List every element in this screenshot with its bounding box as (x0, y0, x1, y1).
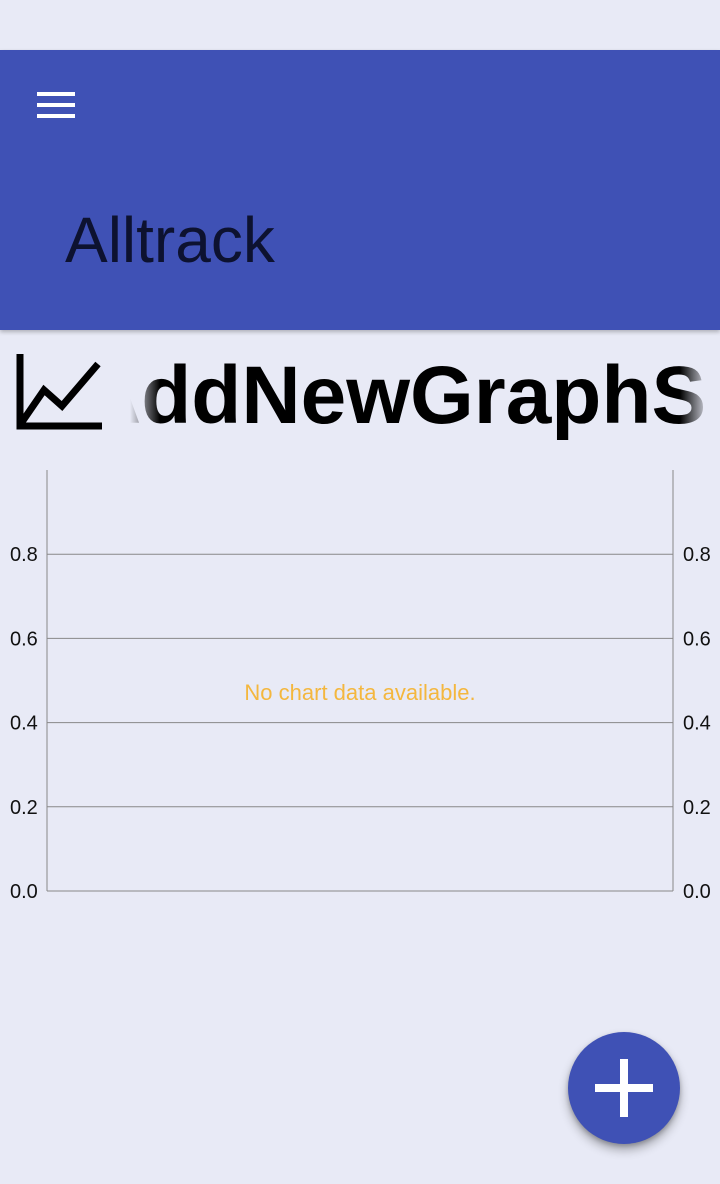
empty-chart-message: No chart data available. (244, 680, 475, 705)
y-tick-label-left: 0.6 (10, 628, 38, 650)
app-bar: Alltrack (0, 50, 720, 330)
y-tick-label-left: 0.4 (10, 713, 38, 735)
chart[interactable]: 0.0 0.0 0.2 0.2 0.4 0.4 0.6 0.6 0.8 0.8 No chart d… (0, 460, 720, 910)
y-tick-label-left: 0.8 (10, 544, 38, 566)
y-tick-label-right: 0.0 (683, 881, 711, 903)
plus-icon (595, 1059, 653, 1117)
y-tick-label-left: 0.0 (10, 881, 38, 903)
chart-svg: 0.0 0.0 0.2 0.2 0.4 0.4 0.6 0.6 0.8 0.8 No chart d… (10, 470, 711, 903)
graph-title: AddNewGraphShould (130, 350, 710, 441)
graph-title-container: AddNewGraphShould (130, 346, 710, 446)
y-tick-label-right: 0.6 (683, 628, 711, 650)
y-tick-label-right: 0.8 (683, 544, 711, 566)
graph-header: AddNewGraphShould (0, 330, 720, 460)
add-graph-button[interactable] (568, 1032, 680, 1144)
menu-button[interactable] (24, 80, 88, 130)
hamburger-menu-icon (37, 92, 75, 118)
app-title: Alltrack (65, 204, 275, 276)
line-chart-icon (16, 354, 102, 430)
y-tick-label-right: 0.4 (683, 713, 711, 735)
y-tick-label-right: 0.2 (683, 797, 711, 819)
y-tick-label-left: 0.2 (10, 797, 38, 819)
status-bar (0, 0, 720, 50)
